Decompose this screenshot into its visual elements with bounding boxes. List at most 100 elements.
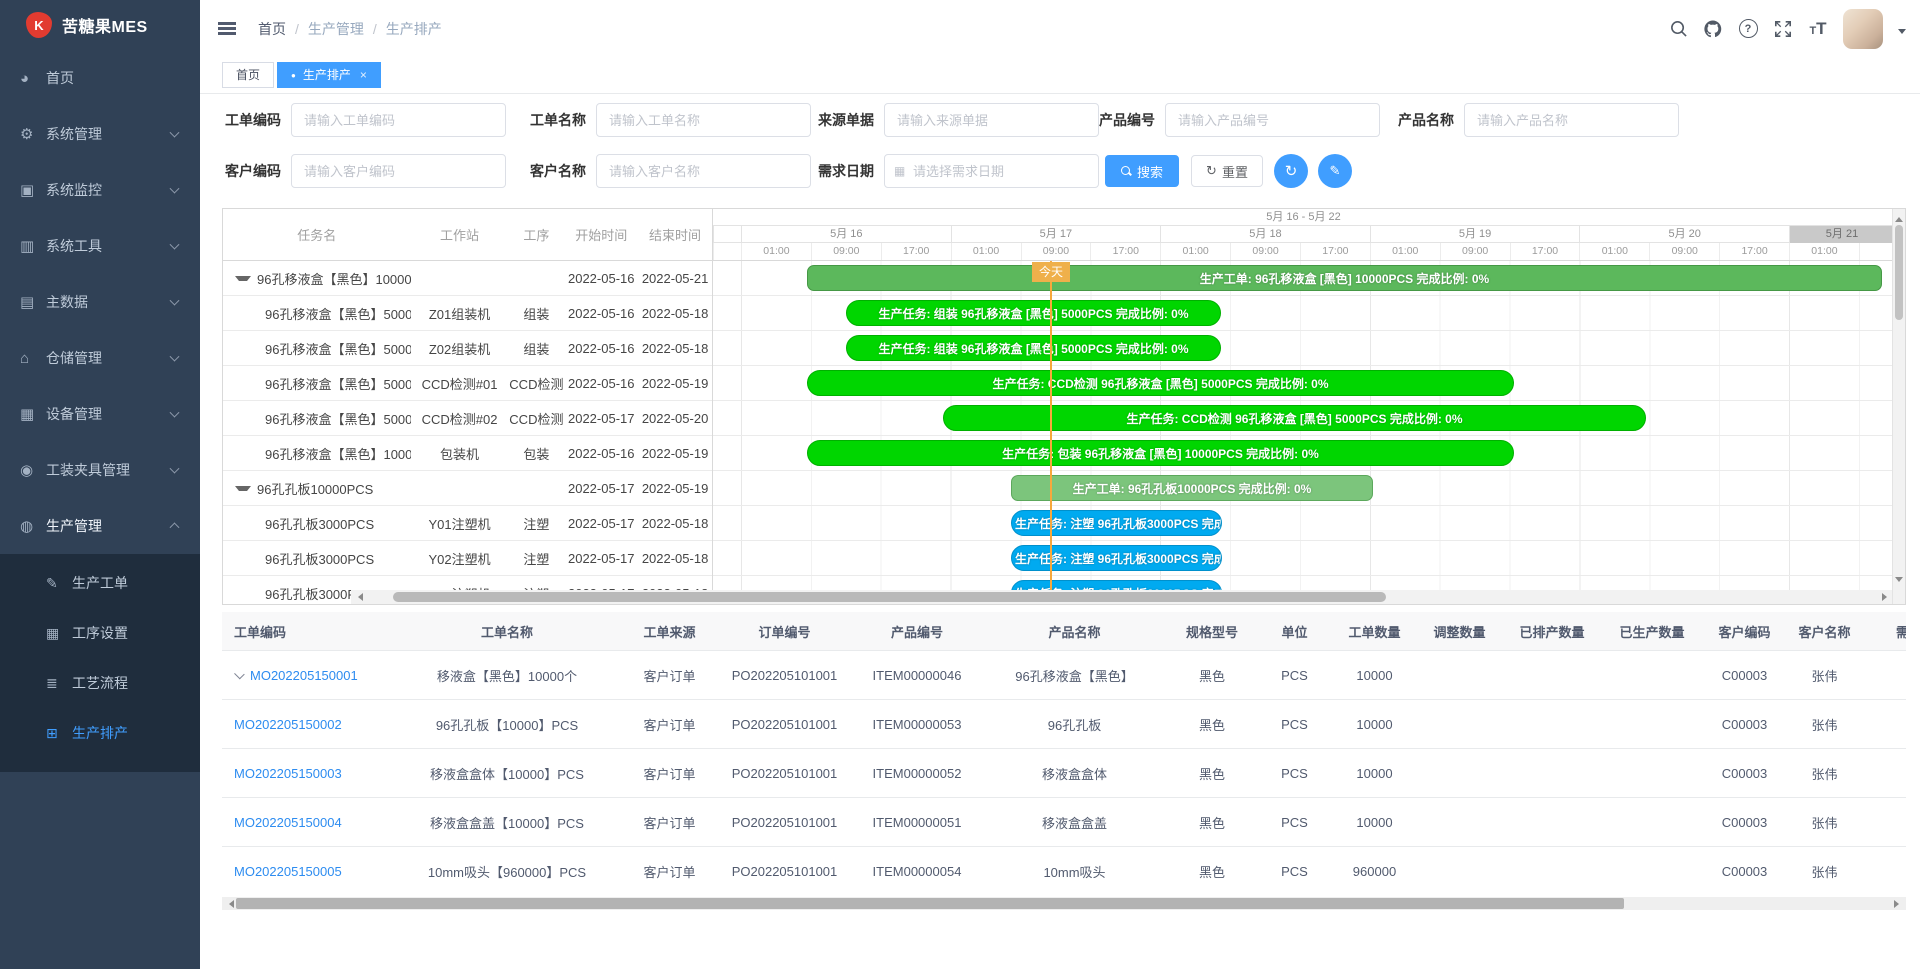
- fullscreen-icon[interactable]: [1773, 19, 1793, 39]
- work-order-code-cell: MO202205150002: [222, 717, 392, 732]
- gantt-bar-row: 生产任务: 注塑 96孔孔板3000PCS 完成比例: 0%: [713, 541, 1894, 576]
- tab-production-schedule[interactable]: ●生产排产×: [277, 62, 381, 88]
- sidebar-submenu-item[interactable]: ≣ 工艺流程: [0, 658, 200, 708]
- sidebar-submenu-item[interactable]: ▦ 工序设置: [0, 608, 200, 658]
- gantt-hscroll-thumb[interactable]: [393, 592, 1386, 602]
- gantt-bar[interactable]: 生产任务: 注塑 96孔孔板3000PCS 完成比例: 0%: [1011, 510, 1222, 536]
- breadcrumb-item[interactable]: 生产排产: [364, 19, 442, 39]
- timeline-days: 5月 16 5月 17 5月 18 5月 19 5月 20 5月 21: [713, 226, 1894, 243]
- work-order-link[interactable]: MO202205150003: [234, 766, 342, 781]
- sidebar-submenu-item[interactable]: ⊞ 生产排产: [0, 708, 200, 758]
- product-number-cell: ITEM00000054: [852, 864, 982, 879]
- sidebar-menu-item[interactable]: ◉ 工装夹具管理: [0, 442, 200, 498]
- gantt-grid-row[interactable]: 96孔孔板3000PCS Y02注塑机 注塑 2022-05-17 2022-0…: [223, 541, 712, 576]
- work-order-link[interactable]: MO202205150005: [234, 864, 342, 879]
- filter-label: 产品编号: [1099, 110, 1155, 130]
- gantt-bar[interactable]: 生产任务: 注塑 96孔孔板3000PCS 完成比例: 0%: [1011, 545, 1222, 571]
- sidebar-menu-item[interactable]: ▦ 设备管理: [0, 386, 200, 442]
- table-row[interactable]: MO202205150004 移液盒盒盖【10000】PCS 客户订单 PO20…: [222, 798, 1906, 847]
- sidebar-menu-item[interactable]: ⌂ 仓储管理: [0, 330, 200, 386]
- gantt-horizontal-scrollbar[interactable]: [351, 590, 1894, 604]
- font-size-icon[interactable]: TT: [1808, 19, 1828, 39]
- gantt-bar[interactable]: 生产任务: CCD检测 96孔移液盒 [黑色] 5000PCS 完成比例: 0%: [943, 405, 1646, 431]
- work-order-link[interactable]: MO202205150001: [250, 668, 358, 683]
- expand-caret-icon[interactable]: [235, 486, 251, 495]
- sidebar-submenu-item[interactable]: ✎ 生产工单: [0, 558, 200, 608]
- sidebar-menu-item[interactable]: ◍ 生产管理: [0, 498, 200, 554]
- sidebar-menu-item[interactable]: ⚙ 系统管理: [0, 106, 200, 162]
- work-order-link[interactable]: MO202205150002: [234, 717, 342, 732]
- gantt-bar[interactable]: 生产任务: CCD检测 96孔移液盒 [黑色] 5000PCS 完成比例: 0%: [807, 370, 1514, 396]
- table-row[interactable]: MO202205150001 移液盒【黑色】10000个 客户订单 PO2022…: [222, 651, 1906, 700]
- hour-cell: [713, 243, 741, 260]
- gantt-bar[interactable]: 生产任务: 组装 96孔移液盒 [黑色] 5000PCS 完成比例: 0%: [846, 300, 1221, 326]
- table-row[interactable]: MO202205150003 移液盒盒体【10000】PCS 客户订单 PO20…: [222, 749, 1906, 798]
- scroll-right-icon[interactable]: [1882, 593, 1891, 601]
- gantt-bar-row: 生产任务: CCD检测 96孔移液盒 [黑色] 5000PCS 完成比例: 0%: [713, 401, 1894, 436]
- header-cell: 订单编号: [717, 622, 852, 641]
- refresh-button[interactable]: ↻: [1274, 154, 1308, 188]
- filter-input[interactable]: [596, 103, 811, 137]
- table-horizontal-scrollbar[interactable]: [222, 897, 1906, 910]
- gantt-vertical-scrollbar[interactable]: [1892, 209, 1905, 604]
- gantt-grid-row[interactable]: 96孔移液盒【黑色】5000PCS Z01组装机 组装 2022-05-16 2…: [223, 296, 712, 331]
- gantt-bar[interactable]: 生产工单: 96孔孔板10000PCS 完成比例: 0%: [1011, 475, 1373, 501]
- hour-cell: 17:00: [1510, 243, 1580, 260]
- close-tab-icon[interactable]: ×: [360, 68, 367, 82]
- work-order-link[interactable]: MO202205150004: [234, 815, 342, 830]
- row-expand-icon[interactable]: [234, 668, 245, 679]
- task-name-cell: 96孔移液盒【黑色】10000PCS: [223, 269, 411, 288]
- app-logo[interactable]: K 苦糖果MES: [0, 0, 200, 50]
- gantt-grid-row[interactable]: 96孔移液盒【黑色】5000PCS CCD检测#02 CCD检测 2022-05…: [223, 401, 712, 436]
- scroll-left-icon[interactable]: [354, 593, 363, 601]
- gantt-bar[interactable]: 生产任务: 组装 96孔移液盒 [黑色] 5000PCS 完成比例: 0%: [846, 335, 1221, 361]
- gantt-vscroll-thumb[interactable]: [1895, 225, 1903, 320]
- table-row[interactable]: MO202205150002 96孔孔板【10000】PCS 客户订单 PO20…: [222, 700, 1906, 749]
- scroll-left-icon[interactable]: [225, 900, 234, 908]
- edit-button[interactable]: ✎: [1318, 154, 1352, 188]
- filter-input[interactable]: [1464, 103, 1679, 137]
- gantt-grid-row[interactable]: 96孔孔板10000PCS 2022-05-17 2022-05-19: [223, 471, 712, 506]
- filter-input[interactable]: [884, 103, 1099, 137]
- sidebar-collapse-icon[interactable]: [218, 22, 236, 25]
- gantt-grid-row[interactable]: 96孔移液盒【黑色】5000PCS CCD检测#01 CCD检测 2022-05…: [223, 366, 712, 401]
- tab-home[interactable]: 首页: [222, 62, 274, 88]
- help-icon[interactable]: ?: [1738, 19, 1758, 39]
- scroll-up-icon[interactable]: [1895, 213, 1903, 222]
- sidebar-menu-item[interactable]: ▣ 系统监控: [0, 162, 200, 218]
- filter-input[interactable]: [1165, 103, 1380, 137]
- filter-input[interactable]: [596, 154, 811, 188]
- breadcrumb-item[interactable]: 首页: [258, 19, 286, 39]
- demand-date-input[interactable]: [884, 154, 1099, 188]
- gantt-grid-row[interactable]: 96孔移液盒【黑色】10000PCS 2022-05-16 2022-05-21: [223, 261, 712, 296]
- warehouse-icon: ⌂: [20, 350, 46, 367]
- sidebar-menu-item[interactable]: ▤ 主数据: [0, 274, 200, 330]
- sidebar-menu-item[interactable]: ◕ 首页: [0, 50, 200, 106]
- scroll-down-icon[interactable]: [1895, 577, 1903, 586]
- filter-input[interactable]: [291, 103, 506, 137]
- user-menu-caret-icon[interactable]: [1898, 29, 1906, 38]
- gantt-grid-row[interactable]: 96孔移液盒【黑色】5000PCS Z02组装机 组装 2022-05-16 2…: [223, 331, 712, 366]
- avatar[interactable]: [1843, 9, 1883, 49]
- search-button[interactable]: 搜索: [1105, 155, 1179, 187]
- table-header: 工单编码 工单名称 工单来源 订单编号 产品编号 产品名称 规格型号 单位 工单…: [222, 612, 1906, 651]
- reset-button[interactable]: ↻重置: [1191, 155, 1263, 187]
- gantt-bar[interactable]: 生产工单: 96孔移液盒 [黑色] 10000PCS 完成比例: 0%: [807, 265, 1882, 291]
- table-row[interactable]: MO202205150005 10mm吸头【960000】PCS 客户订单 PO…: [222, 847, 1906, 895]
- hour-cell: [1859, 243, 1894, 260]
- product-number-cell: ITEM00000053: [852, 717, 982, 732]
- search-icon[interactable]: [1668, 19, 1688, 39]
- filter-input[interactable]: [291, 154, 506, 188]
- unit-cell: PCS: [1257, 815, 1332, 830]
- gantt-bar[interactable]: 生产任务: 包装 96孔移液盒 [黑色] 10000PCS 完成比例: 0%: [807, 440, 1514, 466]
- sidebar-menu-item[interactable]: ▥ 系统工具: [0, 218, 200, 274]
- gantt-grid-row[interactable]: 96孔孔板3000PCS Y01注塑机 注塑 2022-05-17 2022-0…: [223, 506, 712, 541]
- gantt-bar-row: 生产任务: 组装 96孔移液盒 [黑色] 5000PCS 完成比例: 0%: [713, 296, 1894, 331]
- breadcrumb-item[interactable]: 生产管理: [286, 19, 364, 39]
- github-icon[interactable]: [1703, 19, 1723, 39]
- scroll-right-icon[interactable]: [1894, 900, 1903, 908]
- task-name: 96孔移液盒【黑色】10000PCS: [265, 444, 411, 463]
- table-hscroll-thumb[interactable]: [236, 898, 1624, 909]
- expand-caret-icon[interactable]: [235, 276, 251, 285]
- gantt-grid-row[interactable]: 96孔移液盒【黑色】10000PCS 包装机 包装 2022-05-16 202…: [223, 436, 712, 471]
